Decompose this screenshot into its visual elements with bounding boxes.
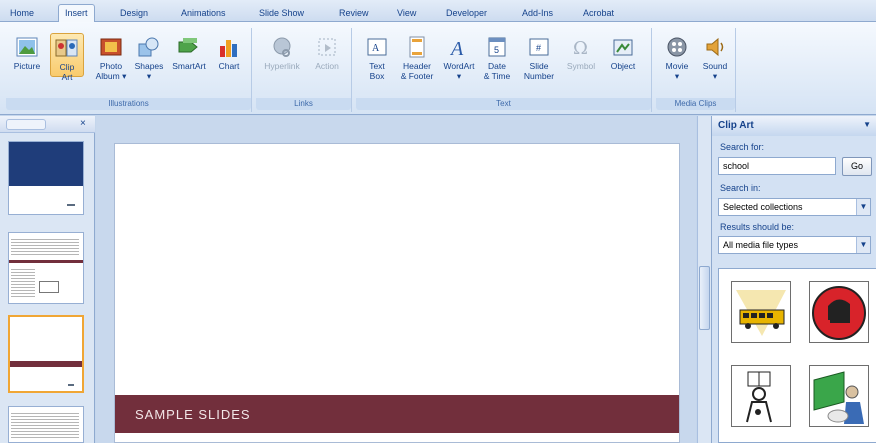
symbol-button[interactable]: Ω Symbol <box>564 36 598 71</box>
slide-vertical-scrollbar[interactable] <box>697 116 711 443</box>
tab-review[interactable]: Review <box>333 5 375 22</box>
svg-text:5: 5 <box>494 45 499 55</box>
clip-art-pane: Clip Art ▼ Search for: school Go Search … <box>711 116 876 443</box>
date-time-button[interactable]: 5 Date & Time <box>480 36 514 81</box>
scrollbar-thumb[interactable] <box>699 266 710 330</box>
chevron-down-icon-2[interactable]: ▼ <box>856 237 870 253</box>
pane-menu-chevron-icon[interactable]: ▼ <box>863 120 871 129</box>
action-icon <box>315 36 339 58</box>
slides-tab[interactable] <box>6 119 46 130</box>
clip-result-school-bus[interactable] <box>731 281 791 343</box>
clip-art-results <box>718 268 876 443</box>
photo-album-icon <box>99 36 123 58</box>
slides-pane-tabs: × <box>0 116 95 133</box>
thumbnail-marker-icon <box>67 200 75 206</box>
tab-design[interactable]: Design <box>114 5 154 22</box>
ribbon: Picture Clip Art Photo Album ▾ Shapes ▾ … <box>0 22 876 115</box>
svg-text:Ω: Ω <box>573 38 588 58</box>
slide-thumbnail-4[interactable] <box>8 406 84 443</box>
calendar-icon: 5 <box>485 36 509 58</box>
group-illustrations: Picture Clip Art Photo Album ▾ Shapes ▾ … <box>6 28 252 112</box>
clip-result-teacher[interactable] <box>809 365 869 427</box>
film-reel-icon <box>665 36 689 58</box>
wordart-button[interactable]: A WordArt ▾ <box>442 36 476 81</box>
clip-art-pane-title: Clip Art ▼ <box>712 116 876 136</box>
slides-pane: × <box>0 116 95 443</box>
clip-result-desk[interactable] <box>809 281 869 343</box>
object-button[interactable]: Object <box>606 36 640 71</box>
search-input[interactable]: school <box>718 157 836 175</box>
clip-art-icon <box>55 37 79 59</box>
svg-text:A: A <box>372 43 380 54</box>
slide-thumbnail-3[interactable] <box>8 315 84 393</box>
action-button[interactable]: Action <box>308 36 346 71</box>
slide-thumbnail-2[interactable] <box>8 232 84 304</box>
slide-thumbnail-1[interactable] <box>8 141 84 215</box>
header-footer-icon <box>405 36 429 58</box>
results-should-be-label: Results should be: <box>720 222 795 232</box>
header-footer-button[interactable]: Header & Footer <box>398 36 436 81</box>
thumbnail-marker-icon-2 <box>68 381 74 386</box>
school-bus-icon <box>736 290 786 336</box>
smartart-button[interactable]: SmartArt <box>172 36 206 71</box>
clip-art-button[interactable]: Clip Art <box>50 33 84 82</box>
tab-acrobat[interactable]: Acrobat <box>577 5 620 22</box>
sound-button[interactable]: Sound ▾ <box>698 36 732 81</box>
close-pane-icon[interactable]: × <box>80 118 86 129</box>
chart-button[interactable]: Chart <box>212 36 246 71</box>
wordart-icon: A <box>447 36 471 58</box>
group-label-media-clips: Media Clips <box>656 98 735 110</box>
hyperlink-icon <box>270 36 294 58</box>
slide-title-bar[interactable]: SAMPLE SLIDES <box>115 395 679 433</box>
tab-animations[interactable]: Animations <box>175 5 232 22</box>
picture-button[interactable]: Picture <box>10 36 44 71</box>
group-label-links: Links <box>256 98 351 110</box>
svg-text:#: # <box>536 43 541 53</box>
movie-button[interactable]: Movie ▾ <box>660 36 694 81</box>
shapes-icon <box>137 36 161 58</box>
photo-album-button[interactable]: Photo Album ▾ <box>94 36 128 81</box>
ribbon-tab-bar: Home Insert Design Animations Slide Show… <box>0 0 876 23</box>
smartart-icon <box>177 36 201 58</box>
current-slide[interactable]: SAMPLE SLIDES <box>114 143 680 443</box>
text-box-button[interactable]: A Text Box <box>360 36 394 81</box>
shapes-button[interactable]: Shapes ▾ <box>132 36 166 81</box>
teacher-chalkboard-icon <box>813 371 864 424</box>
svg-text:A: A <box>449 38 464 58</box>
tab-developer[interactable]: Developer <box>440 5 493 22</box>
tab-insert[interactable]: Insert <box>58 4 95 23</box>
group-text: A Text Box Header & Footer A WordArt ▾ 5… <box>356 28 652 112</box>
slide-number-button[interactable]: # Slide Number <box>520 36 558 81</box>
tab-home[interactable]: Home <box>4 5 40 22</box>
school-desk-icon <box>812 286 866 340</box>
slide-editing-area: SAMPLE SLIDES <box>96 116 696 443</box>
search-in-select[interactable]: Selected collections ▼ <box>718 198 871 216</box>
tab-slide-show[interactable]: Slide Show <box>253 5 310 22</box>
hyperlink-button[interactable]: Hyperlink <box>262 36 302 71</box>
tab-view[interactable]: View <box>391 5 422 22</box>
picture-icon <box>15 36 39 58</box>
text-box-icon: A <box>365 36 389 58</box>
chevron-down-icon[interactable]: ▼ <box>856 199 870 215</box>
tab-add-ins[interactable]: Add-Ins <box>516 5 559 22</box>
search-for-label: Search for: <box>720 142 765 152</box>
clip-result-student-reading[interactable] <box>731 365 791 427</box>
chart-icon <box>217 36 241 58</box>
object-icon <box>611 36 635 58</box>
results-type-select[interactable]: All media file types ▼ <box>718 236 871 254</box>
go-button[interactable]: Go <box>842 157 872 176</box>
omega-icon: Ω <box>569 36 593 58</box>
student-reading-icon <box>746 371 772 423</box>
search-in-label: Search in: <box>720 183 761 193</box>
slide-number-icon: # <box>527 36 551 58</box>
group-label-text: Text <box>356 98 651 110</box>
group-links: Hyperlink Action Links <box>256 28 352 112</box>
group-media-clips: Movie ▾ Sound ▾ Media Clips <box>656 28 736 112</box>
group-label-illustrations: Illustrations <box>6 98 251 110</box>
speaker-icon <box>703 36 727 58</box>
